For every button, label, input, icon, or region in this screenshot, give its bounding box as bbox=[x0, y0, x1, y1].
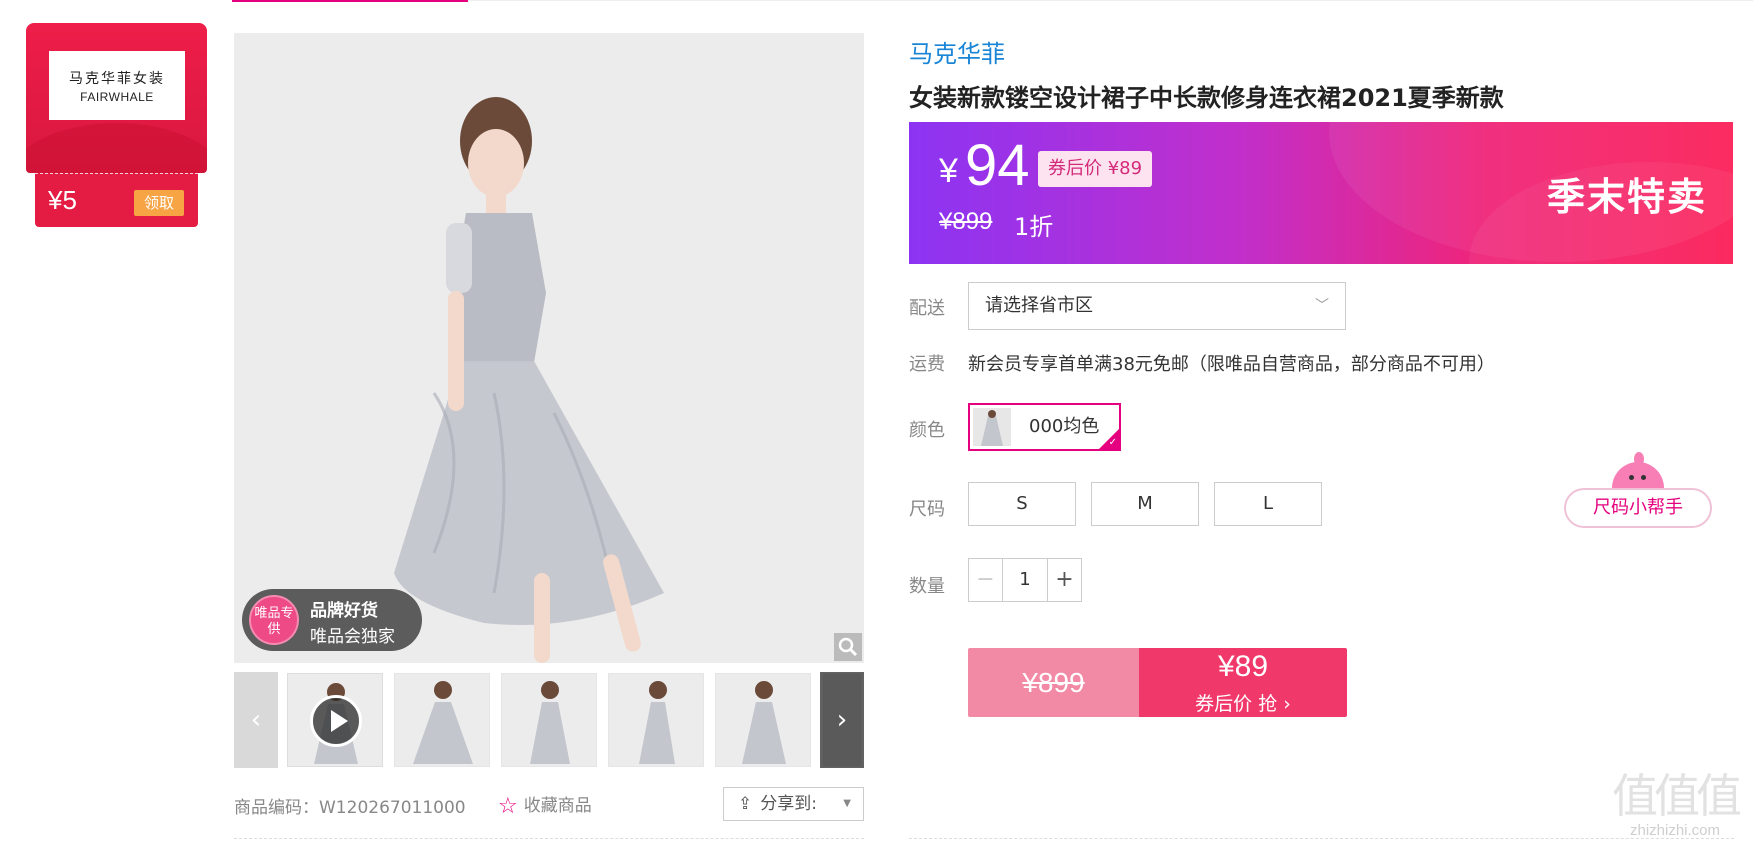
color-option-label: 000均色 bbox=[1029, 416, 1100, 437]
decrease-quantity-button[interactable]: − bbox=[969, 559, 1003, 601]
star-icon: ☆ bbox=[498, 794, 518, 819]
watermark-text: zhizhizhi.com bbox=[1629, 822, 1721, 839]
thumbnail-video[interactable] bbox=[287, 673, 383, 767]
watermark-glyph: 值值值 bbox=[1612, 769, 1742, 823]
shipping-label: 运费 bbox=[909, 354, 945, 375]
quantity-label: 数量 bbox=[909, 576, 945, 597]
thumbnail-item[interactable] bbox=[394, 673, 490, 767]
exclusive-brand-badge: 唯品专供 品牌好货 唯品会独家 bbox=[242, 589, 422, 651]
size-option-s[interactable]: S bbox=[968, 482, 1076, 526]
size-option-m[interactable]: M bbox=[1091, 482, 1199, 526]
season-sale-tag: 季末特卖 bbox=[1547, 175, 1708, 219]
product-title: 女装新款镂空设计裙子中长款修身连衣裙2021夏季新款 bbox=[909, 84, 1504, 112]
favorite-button[interactable]: ☆ 收藏商品 bbox=[498, 791, 592, 819]
discount-rate: 1折 bbox=[1014, 213, 1054, 241]
thumbnail-item[interactable] bbox=[715, 673, 811, 767]
badge-subtitle: 唯品会独家 bbox=[310, 627, 395, 647]
currency-symbol: ¥ bbox=[939, 152, 958, 190]
site-watermark: 值值值 zhizhizhi.com bbox=[1600, 770, 1750, 850]
delivery-label: 配送 bbox=[909, 298, 945, 319]
buy-now-button[interactable]: ¥899 ¥89 券后价 抢 › bbox=[968, 648, 1347, 717]
original-price: ¥899 bbox=[939, 208, 993, 235]
share-icon: ⇪ bbox=[738, 794, 753, 814]
buy-original-price: ¥899 bbox=[968, 648, 1139, 717]
brand-link[interactable]: 马克华菲 bbox=[909, 34, 1005, 69]
price-banner: ¥ 94 券后价 ¥89 ¥899 1折 季末特卖 bbox=[909, 122, 1733, 264]
favorite-label: 收藏商品 bbox=[523, 796, 592, 816]
thumbnail-item[interactable] bbox=[501, 673, 597, 767]
coupon-amount: ¥5 bbox=[48, 185, 77, 215]
claim-coupon-button[interactable]: 领取 bbox=[134, 190, 184, 216]
chevron-right-icon[interactable]: › bbox=[820, 672, 864, 768]
size-helper-button[interactable]: 尺码小帮手 bbox=[1564, 488, 1712, 528]
buy-coupon-section: ¥89 券后价 抢 › bbox=[1139, 648, 1347, 717]
buy-coupon-price: ¥89 bbox=[1217, 650, 1269, 683]
product-meta-row: 商品编码：W120267011000 ☆ 收藏商品 ⇪ 分享到: ▼ bbox=[234, 787, 864, 827]
thumbnail-strip: ‹ › bbox=[234, 672, 864, 768]
divider-left bbox=[234, 838, 864, 839]
quantity-input[interactable]: 1 bbox=[1003, 559, 1047, 601]
caret-down-icon: ▼ bbox=[843, 798, 851, 809]
brand-coupon-card[interactable]: 马克华菲女装 FAIRWHALE ¥5 领取 bbox=[26, 23, 207, 229]
chevron-down-icon: ﹀ bbox=[1315, 298, 1329, 314]
color-label: 颜色 bbox=[909, 420, 945, 441]
thumbnail-item[interactable] bbox=[608, 673, 704, 767]
logo-text-cn: 马克华菲女装 bbox=[69, 70, 165, 87]
zoom-icon[interactable] bbox=[834, 633, 862, 661]
top-divider bbox=[468, 0, 1753, 1]
shipping-info: 新会员专享首单满38元免邮（限唯品自营商品，部分商品不可用） bbox=[968, 354, 1495, 375]
size-label: 尺码 bbox=[909, 499, 945, 520]
coupon-footer: ¥5 领取 bbox=[35, 173, 198, 227]
quantity-stepper: − 1 + bbox=[968, 558, 1082, 602]
buy-coupon-label: 券后价 抢 › bbox=[1195, 693, 1291, 715]
color-option-selected[interactable]: 000均色 ✓ bbox=[968, 403, 1121, 451]
coupon-header: 马克华菲女装 FAIRWHALE bbox=[26, 23, 207, 173]
brand-logo: 马克华菲女装 FAIRWHALE bbox=[49, 51, 185, 120]
chevron-left-icon[interactable]: ‹ bbox=[234, 672, 278, 768]
top-accent-bar bbox=[232, 0, 468, 2]
region-select[interactable]: 请选择省市区 ﹀ bbox=[968, 282, 1346, 330]
coupon-price-tag: 券后价 ¥89 bbox=[1038, 151, 1153, 187]
logo-text-en: FAIRWHALE bbox=[80, 89, 154, 104]
color-thumbnail bbox=[973, 408, 1011, 446]
play-icon bbox=[310, 695, 362, 747]
share-dropdown[interactable]: ⇪ 分享到: ▼ bbox=[723, 787, 864, 821]
region-select-value: 请选择省市区 bbox=[985, 295, 1093, 316]
size-option-l[interactable]: L bbox=[1214, 482, 1322, 526]
mascot-eye bbox=[1629, 475, 1634, 480]
dress-model-illustration bbox=[234, 33, 864, 663]
increase-quantity-button[interactable]: + bbox=[1047, 559, 1081, 601]
share-label: 分享到: bbox=[760, 794, 817, 814]
sku-code: 商品编码：W120267011000 bbox=[234, 798, 466, 818]
check-icon: ✓ bbox=[1108, 437, 1117, 448]
main-product-image[interactable]: 唯品专供 品牌好货 唯品会独家 bbox=[234, 33, 864, 663]
current-price: 94 bbox=[965, 133, 1030, 198]
badge-circle: 唯品专供 bbox=[249, 595, 299, 645]
mascot-eye bbox=[1641, 475, 1646, 480]
badge-title: 品牌好货 bbox=[310, 601, 378, 621]
